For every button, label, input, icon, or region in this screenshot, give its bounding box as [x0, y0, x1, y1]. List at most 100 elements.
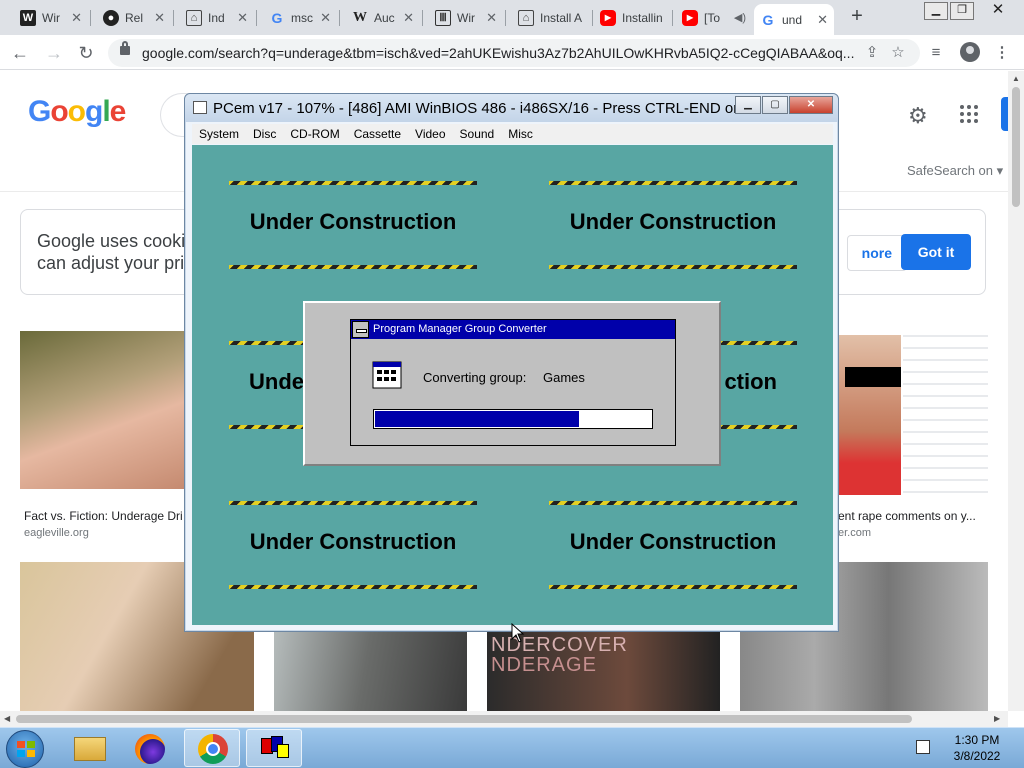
menu-cassette[interactable]: Cassette — [347, 127, 408, 141]
forward-arrow-icon[interactable]: → — [42, 41, 66, 65]
network-icon[interactable] — [916, 740, 930, 754]
pcem-minimize-button[interactable]: ▁ — [735, 96, 761, 114]
profile-avatar-icon[interactable] — [960, 42, 980, 62]
safesearch-dropdown[interactable]: SafeSearch on ▾ — [907, 163, 1003, 179]
pcem-window: PCem v17 - 107% - [486] AMI WinBIOS 486 … — [184, 93, 839, 632]
vertical-scrollbar[interactable]: ▲ — [1008, 71, 1024, 711]
browser-tab[interactable]: ⌂ Ind ✕ — [180, 4, 254, 31]
back-arrow-icon[interactable]: ← — [8, 41, 32, 65]
sign-in-button[interactable] — [1001, 97, 1008, 131]
restore-button[interactable]: ❐ — [950, 2, 974, 20]
wikipedia-icon: W — [353, 9, 367, 25]
url-text[interactable]: google.com/search?q=underage&tbm=isch&ve… — [142, 45, 854, 61]
browser-tab[interactable]: Ⅲ Wir ✕ — [429, 4, 503, 31]
lock-icon[interactable] — [120, 41, 130, 55]
address-bar[interactable]: google.com/search?q=underage&tbm=isch&ve… — [108, 39, 920, 67]
pcem-title-bar[interactable]: PCem v17 - 107% - [486] AMI WinBIOS 486 … — [185, 94, 838, 122]
close-tab-icon[interactable]: ✕ — [71, 10, 82, 26]
google-icon: G — [271, 9, 283, 26]
youtube-icon: ▶ — [682, 9, 698, 26]
got-it-button[interactable]: Got it — [901, 234, 971, 270]
browser-tab[interactable]: ⌂ Install A — [512, 4, 592, 31]
dialog-title-bar[interactable]: Program Manager Group Converter — [351, 320, 675, 339]
pcem-close-button[interactable]: ✕ — [789, 96, 833, 114]
bookmark-star-icon[interactable]: ☆ — [888, 43, 908, 63]
converting-label: Converting group: — [423, 370, 527, 385]
chrome-icon[interactable] — [184, 729, 240, 767]
github-icon: ● — [103, 9, 119, 26]
group-converter-dialog: Program Manager Group Converter Converti… — [350, 319, 676, 446]
close-tab-icon[interactable]: ✕ — [154, 10, 165, 26]
menu-cdrom[interactable]: CD-ROM — [283, 127, 346, 141]
media-control-icon[interactable]: ≡ — [926, 43, 946, 63]
menu-dots-icon[interactable]: ⋮ — [992, 43, 1012, 63]
browser-tab[interactable]: W Auc ✕ — [346, 4, 420, 31]
cookie-message: Google uses cooki can adjust your pri — [37, 231, 186, 273]
scrollbar-thumb[interactable] — [16, 715, 912, 723]
pcem-menu-bar: System Disc CD-ROM Cassette Video Sound … — [192, 124, 833, 144]
dialog-title: Program Manager Group Converter — [373, 323, 547, 335]
mouse-cursor-icon — [511, 623, 525, 643]
close-tab-icon[interactable]: ✕ — [237, 10, 248, 26]
start-button[interactable] — [6, 730, 44, 768]
close-tab-icon[interactable]: ✕ — [320, 10, 331, 26]
browser-tab[interactable]: W Wir ✕ — [14, 4, 88, 31]
close-tab-icon[interactable]: ✕ — [486, 10, 497, 26]
pcem-app-icon[interactable] — [193, 101, 207, 114]
scroll-left-icon[interactable]: ◀ — [4, 714, 10, 723]
gear-icon[interactable]: ⚙ — [908, 103, 928, 129]
result-source[interactable]: eagleville.org — [24, 527, 89, 539]
new-tab-button[interactable]: + — [846, 5, 868, 27]
windows-logo-icon — [17, 741, 35, 757]
wikipedia-icon: W — [20, 9, 36, 26]
browser-tab[interactable]: ● Rel ✕ — [97, 4, 171, 31]
file-explorer-icon[interactable] — [62, 729, 118, 767]
browser-tab-strip: W Wir ✕ ● Rel ✕ ⌂ Ind ✕ G msc ✕ W Auc ✕ … — [0, 0, 1024, 35]
archive-icon: ⌂ — [518, 9, 534, 26]
pcem-maximize-button[interactable]: ▢ — [762, 96, 788, 114]
scroll-right-icon[interactable]: ▶ — [994, 714, 1000, 723]
result-caption[interactable]: Fact vs. Fiction: Underage Dri — [24, 509, 184, 523]
emulator-screen[interactable]: Under Construction Under Construction Un… — [192, 145, 833, 625]
close-tab-icon[interactable]: ✕ — [403, 10, 414, 26]
scrollbar-thumb[interactable] — [1012, 87, 1020, 207]
menu-sound[interactable]: Sound — [453, 127, 502, 141]
close-tab-icon[interactable]: ✕ — [817, 12, 828, 28]
pcem-icon[interactable] — [246, 729, 302, 767]
progress-bar — [373, 409, 653, 429]
learn-more-button[interactable]: nore — [847, 235, 907, 271]
apps-grid-icon[interactable] — [960, 105, 978, 123]
browser-tab[interactable]: G msc ✕ — [263, 4, 337, 31]
pcem-title: PCem v17 - 107% - [486] AMI WinBIOS 486 … — [213, 100, 743, 117]
horizontal-scrollbar[interactable]: ◀ ▶ — [0, 711, 1008, 727]
menu-misc[interactable]: Misc — [501, 127, 540, 141]
museum-icon: Ⅲ — [435, 9, 451, 26]
browser-tab-active[interactable]: G und ✕ — [754, 4, 834, 35]
result-source[interactable]: er.com — [838, 527, 871, 539]
reload-icon[interactable]: ↻ — [74, 41, 98, 65]
browser-toolbar: ← → ↻ google.com/search?q=underage&tbm=i… — [0, 35, 1024, 70]
under-construction-banner: Under Construction — [229, 501, 477, 589]
result-caption[interactable]: ent rape comments on y... — [838, 509, 988, 523]
menu-video[interactable]: Video — [408, 127, 452, 141]
minimize-button[interactable]: ▁ — [924, 2, 948, 20]
image-result-thumbnail[interactable] — [20, 331, 184, 489]
browser-tab[interactable]: ▶ Installin — [594, 4, 672, 31]
system-menu-icon[interactable] — [352, 321, 369, 338]
under-construction-banner: Under Construction — [229, 181, 477, 269]
progress-fill — [375, 411, 579, 427]
share-icon[interactable]: ⇪ — [862, 43, 882, 63]
menu-system[interactable]: System — [192, 127, 246, 141]
google-logo[interactable]: Google — [28, 95, 126, 129]
audio-playing-icon[interactable]: ◀) — [734, 11, 746, 24]
system-clock[interactable]: 1:30 PM 3/8/2022 — [942, 732, 1012, 764]
image-result-thumbnail[interactable] — [838, 321, 988, 499]
browser-tab[interactable]: ▶ [To ◀) — [676, 4, 752, 31]
google-icon: G — [762, 11, 774, 28]
firefox-icon[interactable] — [122, 729, 178, 767]
dialog-frame: Program Manager Group Converter Converti… — [303, 301, 721, 466]
youtube-icon: ▶ — [600, 9, 616, 26]
menu-disc[interactable]: Disc — [246, 127, 283, 141]
close-window-button[interactable]: ✕ — [976, 2, 1020, 20]
scroll-up-icon[interactable]: ▲ — [1012, 74, 1020, 83]
